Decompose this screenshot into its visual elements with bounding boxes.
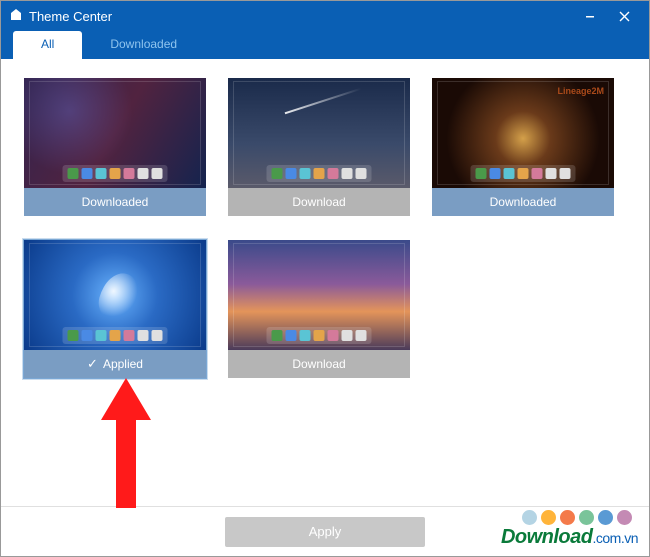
color-dot [617, 510, 632, 525]
theme-card[interactable]: ✓ Applied [23, 239, 207, 379]
theme-logo: Lineage2M [557, 86, 604, 96]
color-dot [579, 510, 594, 525]
close-button[interactable] [607, 1, 641, 31]
content-area: Downloaded Download Lineage2M Downloaded ✓ Ap… [1, 59, 649, 506]
apply-button[interactable]: Apply [225, 517, 425, 547]
theme-center-window: Theme Center All Downloaded DownloadedDo… [0, 0, 650, 557]
theme-status: Download [228, 350, 410, 378]
theme-dock [267, 327, 372, 344]
theme-dock [63, 327, 168, 344]
tab-all[interactable]: All [13, 31, 82, 59]
theme-status: Download [228, 188, 410, 216]
color-dots-overlay [522, 510, 632, 525]
color-dot [598, 510, 613, 525]
tab-bar: All Downloaded [1, 31, 649, 59]
theme-dock [471, 165, 576, 182]
color-dot [541, 510, 556, 525]
watermark-domain: .com.vn [592, 530, 638, 546]
window-title: Theme Center [29, 9, 112, 24]
theme-status-label: Downloaded [490, 195, 557, 209]
titlebar: Theme Center [1, 1, 649, 31]
theme-status-label: Download [292, 357, 345, 371]
theme-card[interactable]: Download [227, 239, 411, 379]
theme-status: ✓ Applied [24, 350, 206, 378]
minimize-button[interactable] [573, 1, 607, 31]
theme-thumbnail: Lineage2M [432, 78, 614, 188]
theme-grid: Downloaded Download Lineage2M Downloaded ✓ Ap… [23, 77, 627, 379]
theme-status-label: Downloaded [82, 195, 149, 209]
theme-dock [63, 165, 168, 182]
app-icon [9, 8, 23, 25]
theme-dock [267, 165, 372, 182]
tab-downloaded[interactable]: Downloaded [82, 31, 205, 59]
theme-thumbnail [228, 78, 410, 188]
theme-thumbnail [24, 78, 206, 188]
theme-status-label: Download [292, 195, 345, 209]
theme-card[interactable]: Lineage2M Downloaded [431, 77, 615, 217]
theme-status: Downloaded [432, 188, 614, 216]
color-dot [522, 510, 537, 525]
theme-thumbnail [228, 240, 410, 350]
watermark-brand: Download [501, 526, 593, 548]
watermark: Download.com.vn [501, 526, 638, 549]
color-dot [560, 510, 575, 525]
theme-card[interactable]: Downloaded [23, 77, 207, 217]
check-icon: ✓ [87, 356, 98, 372]
theme-status-label: Applied [103, 357, 143, 371]
theme-card[interactable]: Download [227, 77, 411, 217]
theme-status: Downloaded [24, 188, 206, 216]
theme-thumbnail [24, 240, 206, 350]
